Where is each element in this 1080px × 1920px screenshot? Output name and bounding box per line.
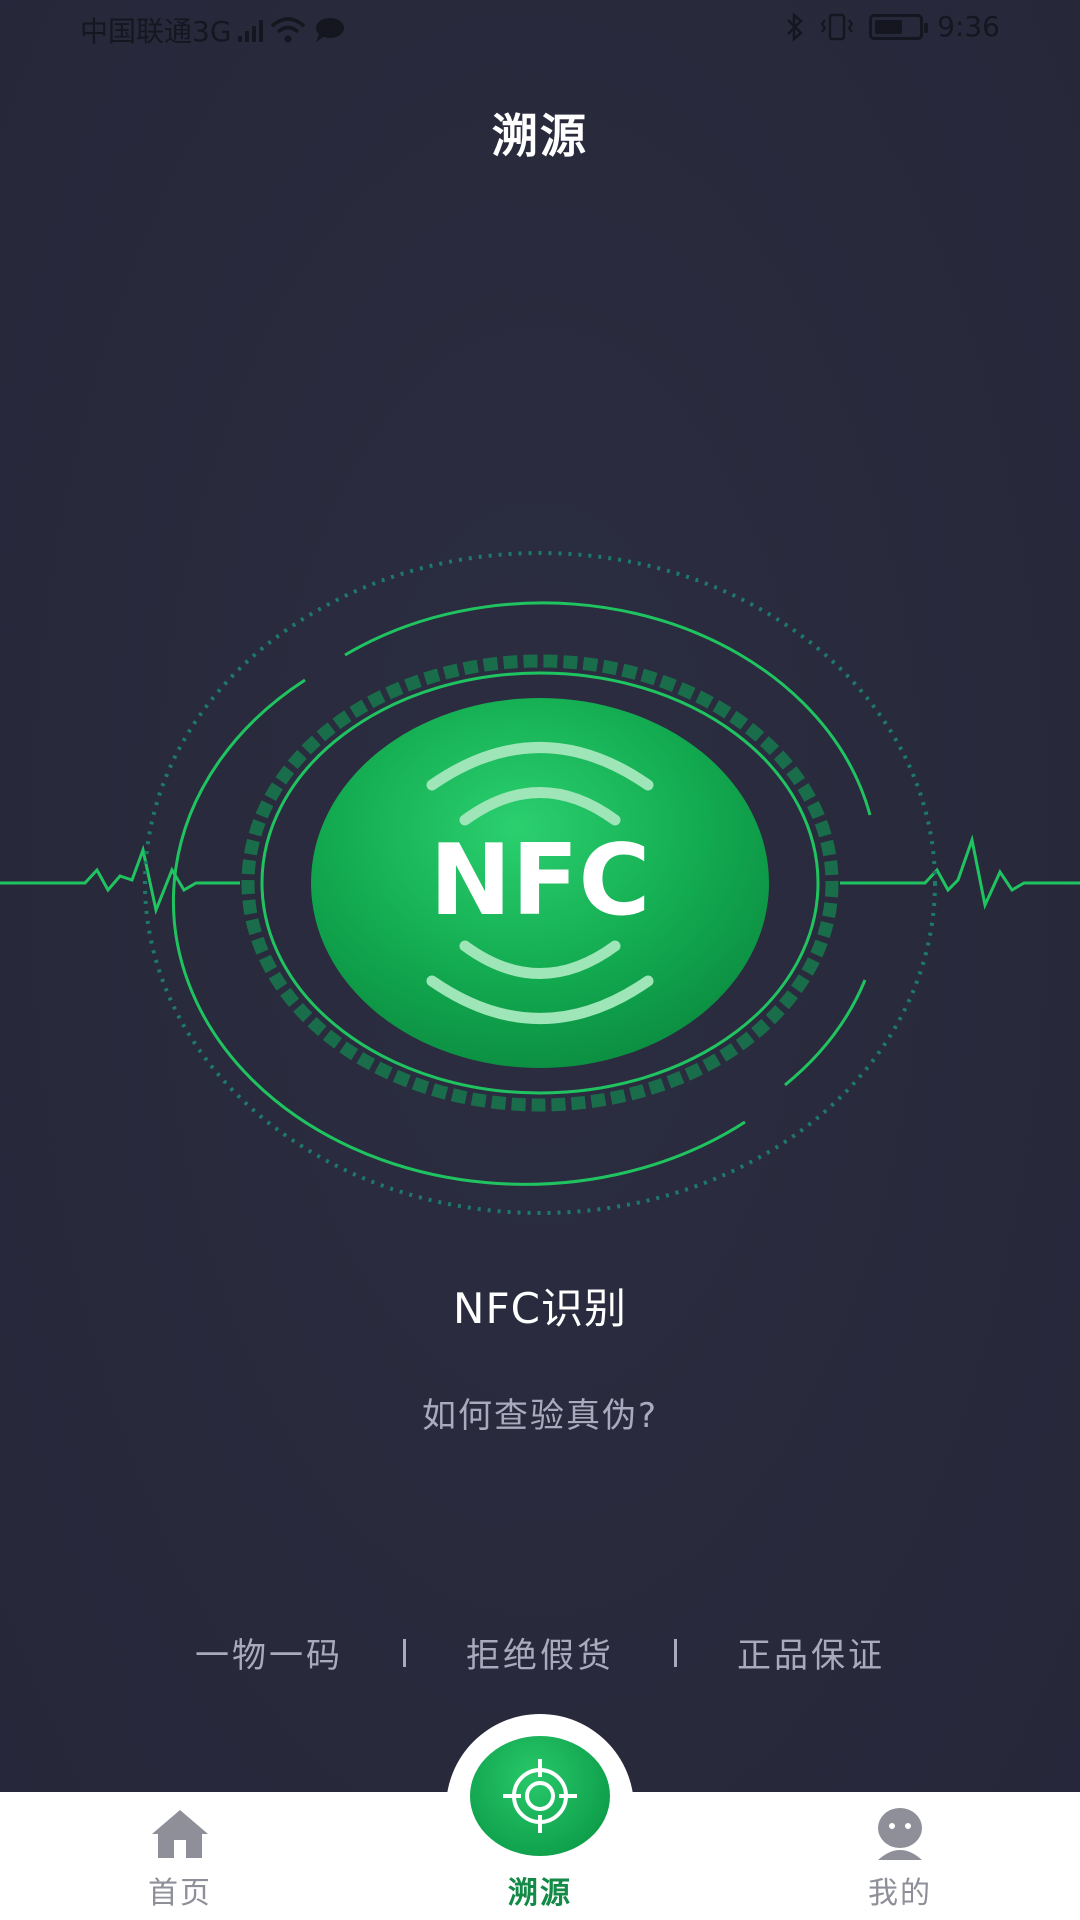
user-icon [878,1808,922,1860]
vibrate-icon [820,13,854,40]
status-left: 中国联通3G [80,10,345,50]
screen: 中国联通3G 9:36 溯源 NFC NFC识别 如何查验真伪? 一物一码 拒绝… [0,0,1080,1920]
feature-item: 一物一码 [195,1636,343,1676]
status-bar: 中国联通3G 9:36 [0,0,1080,60]
nav-label-mine: 我的 [868,1876,932,1911]
status-right: 9:36 [785,10,1000,43]
carrier-name: 中国联通3G [80,15,232,48]
bluetooth-icon [787,11,803,42]
signal-icon [237,18,263,42]
feature-item: 正品保证 [737,1636,885,1676]
home-icon [152,1810,208,1858]
nfc-rings-illustration: NFC [0,551,1080,1215]
pulse-line-left [0,844,240,916]
chat-bubble-icon [315,18,344,42]
nav-label-trace: 溯源 [508,1876,572,1911]
arc-ring-right [784,979,867,1087]
feature-list: 一物一码 拒绝假货 正品保证 [0,1628,1080,1677]
verify-authenticity-link[interactable]: 如何查验真伪? [0,1388,1080,1437]
divider [403,1638,406,1667]
battery-icon [869,13,929,40]
page-title: 溯源 [492,109,588,163]
nav-item-trace[interactable]: 溯源 [440,1800,640,1918]
clock: 9:36 [937,10,1000,43]
nfc-recognition-title: NFC识别 [453,1284,627,1333]
nav-item-home[interactable]: 首页 [80,1800,280,1918]
feature-item: 拒绝假货 [466,1636,614,1676]
nfc-graphic: NFC [0,540,1080,1240]
divider [674,1638,677,1667]
nfc-button-label: NFC [430,824,651,938]
pulse-line-right [840,834,1080,910]
nav-label-home: 首页 [148,1876,212,1911]
wifi-icon [270,17,305,43]
nav-item-mine[interactable]: 我的 [800,1800,1000,1918]
